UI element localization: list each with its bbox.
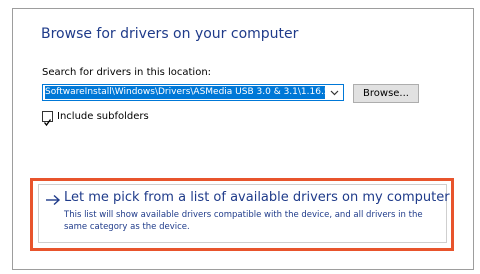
- search-path-value[interactable]: SoftwareInstall\Windows\Drivers\ASMedia …: [45, 86, 325, 99]
- search-path-combobox[interactable]: SoftwareInstall\Windows\Drivers\ASMedia …: [42, 84, 344, 101]
- checkmark-icon: [43, 119, 52, 127]
- arrow-right-icon: [46, 194, 61, 206]
- chevron-down-icon[interactable]: [327, 86, 341, 99]
- browse-button[interactable]: Browse...: [353, 84, 419, 103]
- include-subfolders-checkbox[interactable]: [42, 111, 53, 127]
- pick-option-description: This list will show available drivers co…: [64, 210, 423, 232]
- page-title: Browse for drivers on your computer: [41, 26, 299, 42]
- include-subfolders-label[interactable]: Include subfolders: [57, 111, 149, 122]
- browse-button-label: Browse...: [363, 88, 409, 99]
- pick-option-title[interactable]: Let me pick from a list of available dri…: [64, 190, 450, 205]
- search-location-label: Search for drivers in this location:: [42, 67, 212, 78]
